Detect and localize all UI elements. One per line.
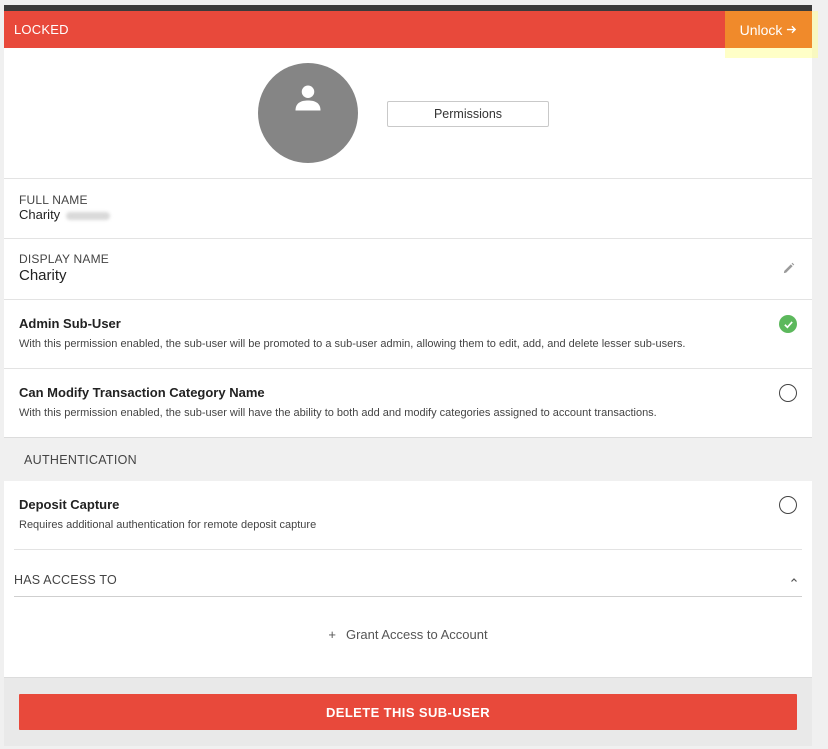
full-name-text: Charity	[19, 207, 61, 222]
arrow-right-icon	[787, 25, 797, 34]
permissions-button[interactable]: Permissions	[387, 101, 549, 127]
avatar	[258, 63, 358, 163]
full-name-value: Charity	[19, 207, 111, 222]
deposit-capture-toggle[interactable]	[779, 496, 797, 514]
authentication-section-header: AUTHENTICATION	[4, 437, 812, 481]
divider	[4, 238, 812, 239]
locked-banner: LOCKED	[4, 11, 812, 48]
delete-sub-user-button[interactable]: DELETE THIS SUB-USER	[19, 694, 797, 730]
sub-user-panel: LOCKED Unlock Permissions FULL NAME Char…	[4, 11, 818, 746]
has-access-to-label: HAS ACCESS TO	[14, 573, 117, 587]
display-name-value: Charity	[19, 267, 67, 284]
plus-icon: +	[328, 627, 336, 642]
divider	[4, 178, 812, 179]
authentication-label: AUTHENTICATION	[24, 453, 137, 467]
grant-access-button[interactable]: + Grant Access to Account	[4, 627, 812, 642]
chevron-up-icon	[791, 578, 797, 582]
permission-title-admin: Admin Sub-User	[19, 316, 121, 331]
display-name-label: DISPLAY NAME	[19, 252, 109, 266]
grant-access-label: Grant Access to Account	[345, 627, 488, 642]
divider	[4, 368, 812, 369]
divider	[4, 299, 812, 300]
deposit-capture-title: Deposit Capture	[19, 497, 120, 512]
divider	[14, 549, 802, 550]
modify-category-toggle[interactable]	[779, 384, 797, 402]
pencil-icon[interactable]	[782, 262, 795, 275]
check-icon	[783, 320, 793, 328]
user-icon	[295, 85, 321, 111]
deposit-capture-description: Requires additional authentication for r…	[19, 519, 317, 531]
locked-status-label: LOCKED	[14, 22, 69, 37]
permission-description-modify-category: With this permission enabled, the sub-us…	[19, 407, 657, 419]
permission-description-admin: With this permission enabled, the sub-us…	[19, 338, 686, 350]
sub-user-page: LOCKED Unlock Permissions FULL NAME Char…	[0, 0, 828, 749]
redacted-surname	[66, 211, 111, 220]
unlock-button[interactable]: Unlock	[725, 11, 812, 48]
full-name-label: FULL NAME	[19, 193, 88, 207]
footer: DELETE THIS SUB-USER	[4, 677, 812, 746]
permission-title-modify-category: Can Modify Transaction Category Name	[19, 385, 265, 400]
has-access-to-header[interactable]: HAS ACCESS TO	[14, 570, 802, 597]
unlock-button-label: Unlock	[739, 21, 783, 38]
admin-sub-user-toggle[interactable]	[779, 315, 797, 333]
